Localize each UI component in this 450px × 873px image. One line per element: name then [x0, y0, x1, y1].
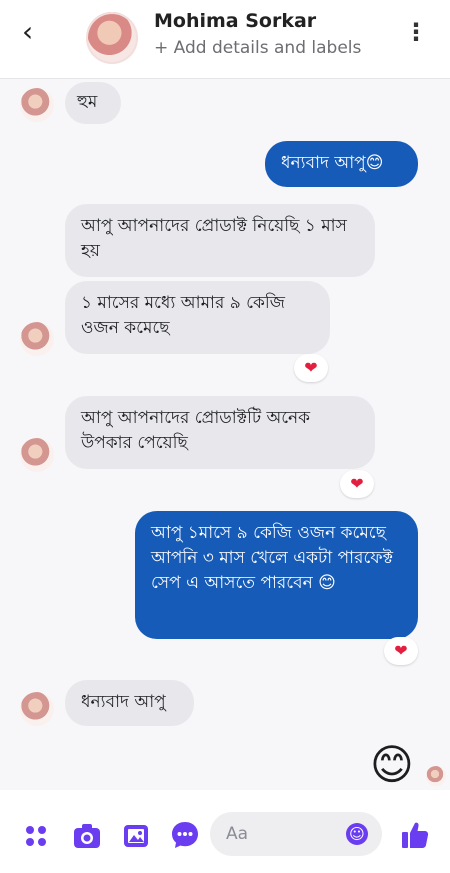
message-placeholder: Aa [226, 824, 249, 844]
heart-reaction[interactable]: ❤ [384, 637, 418, 665]
apps-icon[interactable] [24, 824, 48, 852]
back-icon[interactable]: ‹ [22, 18, 33, 46]
incoming-message[interactable]: আপু আপনাদের প্রোডাক্টটি অনেক উপকার পেয়ে… [65, 396, 375, 469]
menu-icon[interactable]: ⋮ [404, 20, 428, 44]
avatar[interactable] [86, 12, 138, 64]
read-receipt-avatar [426, 766, 446, 786]
heart-icon: ❤ [350, 474, 364, 493]
avatar [20, 438, 54, 472]
incoming-message[interactable]: আপু আপনাদের প্রোডাক্ট নিয়েছি ১ মাস হয় [65, 204, 375, 277]
camera-icon[interactable] [72, 822, 102, 854]
heart-reaction[interactable]: ❤ [340, 470, 374, 498]
avatar [20, 88, 54, 122]
outgoing-message[interactable]: ধন্যবাদ আপু😊 [265, 141, 418, 187]
big-emoji-message[interactable]: 😊 [370, 744, 414, 786]
emoji-icon[interactable]: ☺ [346, 823, 368, 845]
incoming-message[interactable]: ১ মাসের মধ্যে আমার ৯ কেজি ওজন কমেছে [65, 281, 330, 354]
like-icon[interactable] [400, 820, 430, 854]
heart-reaction[interactable]: ❤ [294, 354, 328, 382]
message-input[interactable]: Aa ☺ [210, 812, 382, 856]
add-details-link[interactable]: + Add details and labels [154, 38, 361, 58]
avatar [20, 322, 54, 356]
heart-icon: ❤ [304, 358, 318, 377]
contact-name[interactable]: Mohima Sorkar [154, 10, 316, 32]
incoming-message[interactable]: হুম [65, 82, 121, 124]
avatar [20, 692, 54, 726]
incoming-message[interactable]: ধন্যবাদ আপু [65, 680, 194, 726]
outgoing-message[interactable]: আপু ১মাসে ৯ কেজি ওজন কমেছে আপনি ৩ মাস খে… [135, 511, 418, 639]
heart-icon: ❤ [394, 641, 408, 660]
gallery-icon[interactable] [122, 822, 150, 854]
chat-icon[interactable] [170, 820, 200, 854]
chat-header: ‹ Mohima Sorkar + Add details and labels… [0, 0, 450, 79]
